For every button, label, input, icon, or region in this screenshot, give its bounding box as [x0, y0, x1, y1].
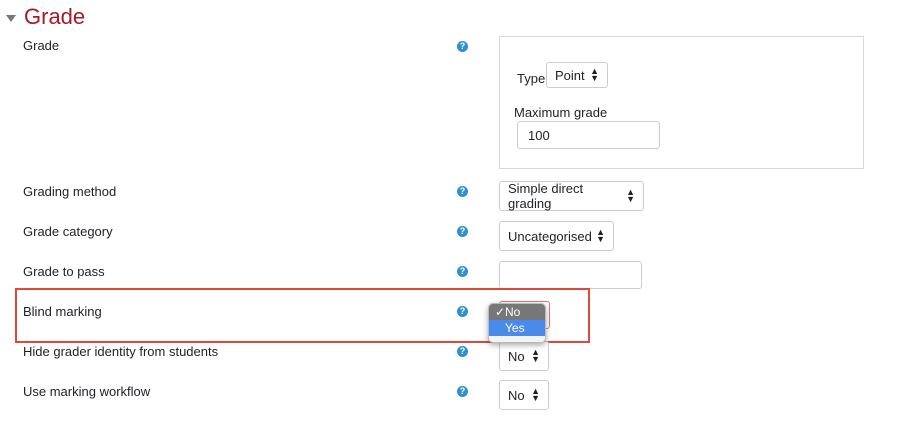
- updown-arrows-icon: ▲ ▼: [590, 66, 599, 83]
- grade-fieldset: Type Point ▲ ▼ Maximum grade 100: [499, 36, 864, 169]
- hide-grader-value: No: [508, 348, 525, 364]
- marking-workflow-select[interactable]: No ▲ ▼: [499, 380, 549, 410]
- blind-marking-label: Blind marking: [23, 304, 102, 319]
- hide-grader-label: Hide grader identity from students: [23, 344, 219, 359]
- option-label: No: [505, 305, 521, 319]
- grading-method-value: Simple direct grading: [508, 181, 584, 211]
- help-icon[interactable]: ?: [457, 386, 468, 397]
- help-icon[interactable]: ?: [457, 41, 468, 52]
- caret-down-icon[interactable]: [6, 14, 16, 22]
- dropdown-option-yes[interactable]: Yes: [489, 320, 545, 336]
- updown-arrows-icon: ▲ ▼: [626, 187, 635, 204]
- max-grade-label: Maximum grade: [514, 105, 608, 120]
- grade-category-select[interactable]: Uncategorised ▲ ▼: [499, 221, 614, 251]
- help-icon[interactable]: ?: [457, 346, 468, 357]
- help-icon[interactable]: ?: [457, 186, 468, 197]
- hide-grader-select[interactable]: No ▲ ▼: [499, 341, 549, 371]
- max-grade-value: 100: [528, 127, 550, 143]
- help-icon[interactable]: ?: [457, 266, 468, 277]
- type-select-value: Point: [555, 67, 585, 83]
- grading-method-select[interactable]: Simple direct grading ▲ ▼: [499, 181, 644, 211]
- section-title: Grade: [24, 4, 86, 29]
- option-label: Yes: [505, 321, 525, 335]
- type-select[interactable]: Point ▲ ▼: [546, 62, 608, 88]
- section-header[interactable]: Grade: [6, 4, 85, 30]
- grade-to-pass-label: Grade to pass: [23, 264, 105, 279]
- grade-to-pass-input[interactable]: [499, 261, 642, 289]
- grading-method-label: Grading method: [23, 184, 117, 199]
- updown-arrows-icon: ▲ ▼: [531, 347, 540, 364]
- dropdown-option-no[interactable]: ✓No: [489, 304, 545, 320]
- help-icon[interactable]: ?: [457, 306, 468, 317]
- marking-workflow-label: Use marking workflow: [23, 384, 151, 399]
- help-icon[interactable]: ?: [457, 226, 468, 237]
- grade-category-value: Uncategorised: [508, 228, 592, 244]
- updown-arrows-icon: ▲ ▼: [531, 386, 540, 403]
- max-grade-input[interactable]: 100: [517, 121, 660, 149]
- checkmark-icon: ✓: [495, 305, 506, 319]
- type-label: Type: [517, 71, 546, 86]
- grade-label: Grade: [23, 38, 60, 53]
- grade-category-label: Grade category: [23, 224, 113, 239]
- blind-marking-dropdown: ✓No Yes: [488, 303, 546, 343]
- marking-workflow-value: No: [508, 387, 525, 403]
- updown-arrows-icon: ▲ ▼: [596, 227, 605, 244]
